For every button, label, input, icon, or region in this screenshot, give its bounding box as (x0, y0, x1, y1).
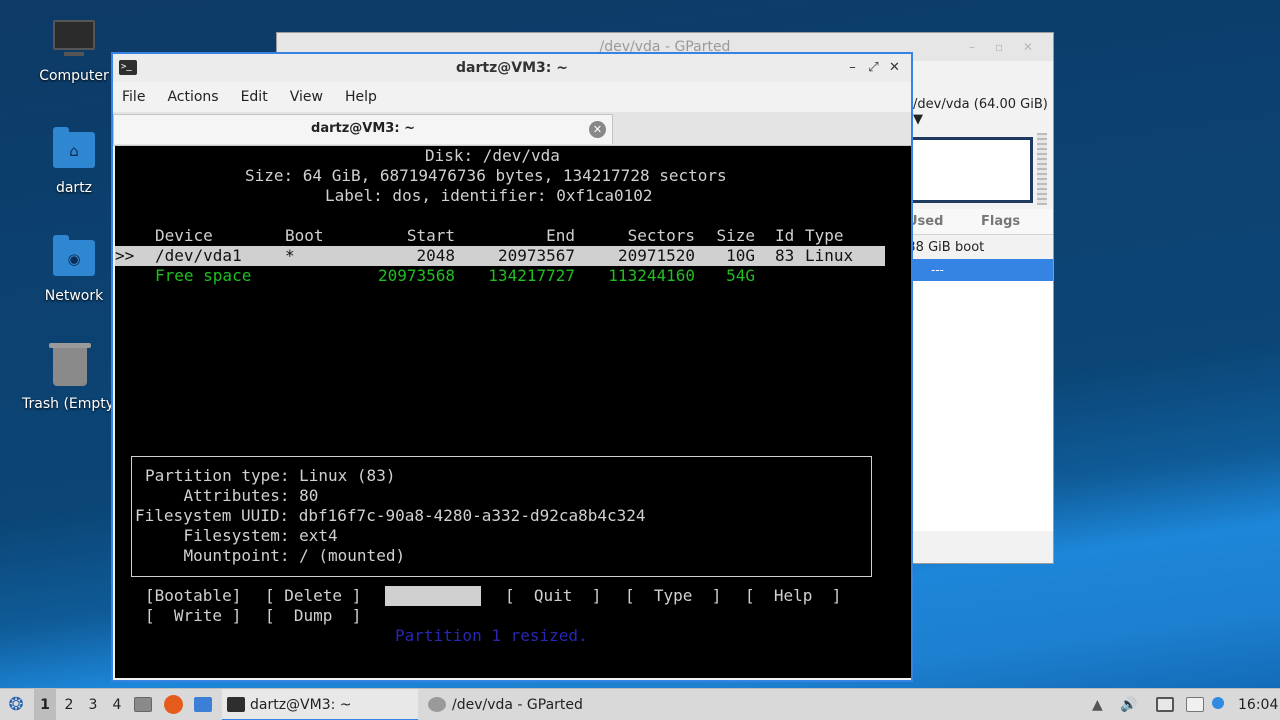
partition-row-selected[interactable]: >> /dev/vda1 * 2048 20973567 20971520 10… (115, 246, 885, 266)
menu-help[interactable]: Help (345, 89, 377, 105)
terminal-window[interactable]: >_ dartz@VM3: ~ – ⤢ ✕ File Actions Edit … (111, 52, 913, 682)
info-filesystem-uuid: Filesystem UUID: dbf16f7c-90a8-4280-a332… (135, 506, 646, 525)
desktop-icon-computer[interactable]: Computer (26, 20, 122, 84)
tab-bar: dartz@VM3: ~ ✕ (113, 112, 911, 146)
terminal-titlebar[interactable]: >_ dartz@VM3: ~ – ⤢ ✕ (113, 54, 911, 82)
clipboard-icon[interactable] (1186, 697, 1204, 712)
menu-bar: File Actions Edit View Help (113, 82, 911, 112)
maximize-icon[interactable]: ⤢ (863, 54, 884, 82)
terminal-task-icon (227, 697, 245, 712)
write-button[interactable]: [ Write ] (145, 606, 241, 626)
display-icon[interactable] (1156, 697, 1174, 712)
action-buttons-row1: [Bootable] [ Delete ] [ Resize ] [ Quit … (115, 586, 911, 606)
graph-scrollbar[interactable] (1037, 133, 1047, 205)
window-controls-icon[interactable]: – ▫ ✕ (969, 33, 1041, 61)
menu-file[interactable]: File (122, 89, 145, 105)
quit-button[interactable]: [ Quit ] (505, 586, 601, 606)
workspace-3[interactable]: 3 (82, 689, 104, 720)
menu-actions[interactable]: Actions (167, 89, 218, 105)
delete-button[interactable]: [ Delete ] (265, 586, 361, 606)
gparted-task-icon (428, 697, 446, 712)
terminal-app-icon[interactable]: >_ (119, 60, 137, 75)
task-gparted[interactable]: /dev/vda - GParted (424, 689, 620, 720)
type-button[interactable]: [ Type ] (625, 586, 721, 606)
dump-button[interactable]: [ Dump ] (265, 606, 361, 626)
taskbar: ❂ 1 2 3 4 dartz@VM3: ~ /dev/vda - GParte… (0, 688, 1280, 720)
trash-icon (46, 343, 94, 390)
tab-terminal[interactable]: dartz@VM3: ~ ✕ (113, 114, 613, 144)
desktop-icon-home[interactable]: ⌂ dartz (26, 127, 122, 196)
column-flags[interactable]: Flags (981, 214, 1020, 229)
menu-edit[interactable]: Edit (241, 89, 268, 105)
partition-graph[interactable] (909, 137, 1033, 203)
table-row-selected[interactable]: --- (913, 259, 1053, 281)
network-folder-icon: ◉ (50, 235, 98, 282)
tray-expand-icon[interactable]: ▲ (1092, 689, 1110, 720)
info-mountpoint: Mountpoint: / (mounted) (145, 546, 406, 565)
workspace-1[interactable]: 1 (34, 689, 56, 720)
desktop-icon-trash[interactable]: Trash (Empty) (22, 343, 120, 412)
info-attributes: Attributes: 80 (145, 486, 319, 505)
partition-list-body[interactable] (913, 281, 1053, 531)
workspace-2[interactable]: 2 (58, 689, 80, 720)
task-terminal[interactable]: dartz@VM3: ~ (222, 689, 418, 720)
desktop-icon-network[interactable]: ◉ Network (26, 235, 122, 304)
close-icon[interactable]: ✕ (884, 54, 905, 82)
disk-size: Size: 64 GiB, 68719476736 bytes, 1342177… (245, 166, 727, 185)
action-buttons-row2: [ Write ] [ Dump ] (115, 606, 911, 626)
firefox-icon[interactable] (164, 695, 183, 714)
menu-view[interactable]: View (290, 89, 323, 105)
start-menu-icon[interactable]: ❂ (4, 689, 28, 720)
chevron-down-icon: ▼ (913, 112, 923, 127)
terminal-title: dartz@VM3: ~ (456, 60, 568, 76)
desktop-icon-label: dartz (55, 180, 93, 196)
info-partition-type: Partition type: Linux (83) (145, 466, 396, 485)
desktop-icon-label: Computer (39, 68, 109, 84)
clock[interactable]: 16:04 (1238, 689, 1278, 720)
table-row[interactable]: 1.38 GiB boot (895, 237, 1053, 259)
show-desktop-icon[interactable] (194, 697, 212, 712)
free-space-row[interactable]: Free space 20973568 134217727 113244160 … (115, 266, 911, 286)
minimize-icon[interactable]: – (842, 54, 863, 82)
file-manager-icon[interactable] (134, 697, 152, 712)
device-select[interactable]: /dev/vda (64.00 GiB) ▼ (913, 97, 1053, 127)
computer-icon (50, 20, 98, 62)
bootable-button[interactable]: [Bootable] (145, 586, 241, 606)
status-message: Partition 1 resized. (395, 626, 588, 645)
volume-icon[interactable]: 🔊 (1120, 689, 1138, 720)
disk-title: Disk: /dev/vda (425, 146, 560, 165)
tab-close-icon[interactable]: ✕ (589, 121, 606, 138)
partition-table-header: Device Boot Start End Sectors Size Id Ty… (155, 226, 844, 245)
disk-label: Label: dos, identifier: 0xf1ca0102 (325, 186, 653, 205)
resize-button[interactable]: [ Resize ] (385, 586, 482, 606)
home-folder-icon: ⌂ (50, 127, 98, 174)
terminal-screen[interactable]: Disk: /dev/vda Size: 64 GiB, 68719476736… (115, 146, 911, 678)
info-filesystem: Filesystem: ext4 (145, 526, 338, 545)
partition-list-header: Used Flags (907, 209, 1053, 235)
workspace-4[interactable]: 4 (106, 689, 128, 720)
desktop-icon-label: Network (44, 288, 104, 304)
desktop-icon-label: Trash (Empty) (22, 396, 120, 412)
notification-icon[interactable] (1212, 697, 1224, 709)
help-button[interactable]: [ Help ] (745, 586, 841, 606)
